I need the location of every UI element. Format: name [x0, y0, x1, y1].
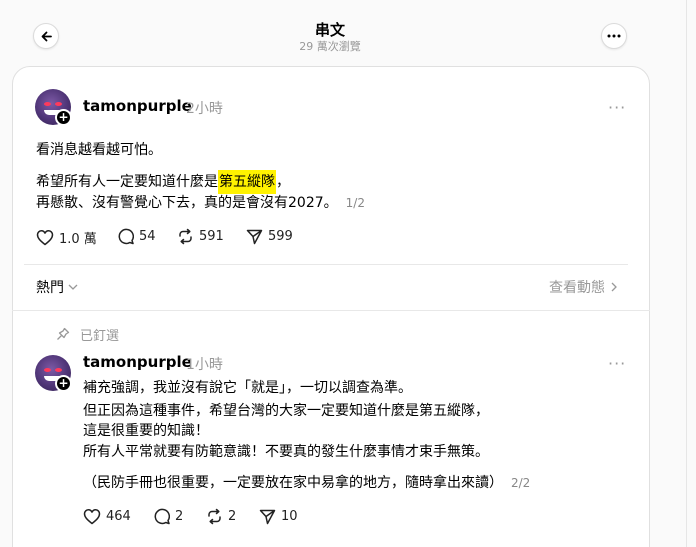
reply-text-line: 所有人平常就要有防範意識！不要真的發生什麼事情才束手無策。 — [83, 444, 489, 460]
share-count: 599 — [268, 229, 293, 244]
reply-text-line: 補充強調，我並沒有說它「就是」，一切以調查為準。 — [83, 380, 412, 396]
page-title: 串文 — [314, 21, 345, 39]
heart-icon — [83, 509, 101, 525]
like-count: 464 — [106, 509, 131, 524]
page-indicator: 1/2 — [345, 196, 365, 210]
comment-count: 2 — [175, 509, 184, 524]
view-count: 29 萬次瀏覽 — [299, 40, 361, 53]
post-text-line: 希望所有人一定要知道什麼是第五縱隊， — [36, 170, 290, 194]
reply-text-line: （民防手冊也很重要，一定要放在家中易拿的地方，隨時拿出來讀） 2/2 — [83, 472, 530, 492]
share-icon — [259, 509, 276, 525]
like-button[interactable]: 1.0 萬 — [36, 228, 97, 247]
avatar-eye — [55, 102, 62, 106]
repost-button[interactable]: 2 — [206, 508, 236, 525]
like-button[interactable]: 464 — [83, 508, 131, 525]
repost-button[interactable]: 591 — [177, 228, 224, 245]
divider — [24, 264, 628, 265]
avatar[interactable]: + — [35, 355, 72, 392]
reply-text-line: 這是很重要的知識！ — [83, 423, 209, 439]
comment-icon — [118, 228, 134, 245]
activity-label: 查看動態 — [549, 280, 605, 296]
comment-icon — [154, 508, 170, 525]
follow-plus-icon[interactable]: + — [55, 375, 72, 392]
repost-icon — [208, 508, 221, 525]
avatar-eye — [44, 368, 51, 372]
chevron-right-icon — [611, 282, 617, 292]
reply-time[interactable]: 1小時 — [186, 354, 223, 374]
comment-button[interactable]: 2 — [153, 508, 183, 525]
comment-button[interactable]: 54 — [117, 228, 156, 245]
more-icon — [607, 34, 621, 38]
like-count: 1.0 萬 — [59, 232, 97, 247]
post-time[interactable]: 2小時 — [186, 98, 223, 118]
follow-plus-icon[interactable]: + — [55, 109, 72, 126]
share-button[interactable]: 10 — [259, 508, 298, 525]
share-button[interactable]: 599 — [246, 228, 293, 245]
top-bar: 串文 29 萬次瀏覽 — [0, 0, 696, 60]
column-border — [686, 0, 687, 547]
pinned-indicator: 已釘選 — [56, 325, 119, 344]
comment-count: 54 — [139, 229, 156, 244]
repost-count: 591 — [199, 229, 224, 244]
repost-icon — [179, 228, 192, 245]
heart-icon — [36, 230, 54, 246]
reply-text: （民防手冊也很重要，一定要放在家中易拿的地方，隨時拿出來讀） — [83, 475, 503, 491]
post-text-line: 看消息越看越可怕。 — [36, 142, 162, 158]
pin-icon — [57, 327, 70, 340]
pinned-label: 已釘選 — [80, 329, 120, 344]
avatar-eye — [55, 368, 62, 372]
post-username[interactable]: tamonpurple — [83, 97, 192, 115]
chevron-down-icon — [68, 284, 78, 290]
post-text: 再懸散、沒有警覺心下去，真的是會沒有2027。 — [36, 195, 338, 211]
avatar-eye — [44, 102, 51, 106]
reply-more-icon[interactable]: ··· — [608, 354, 626, 373]
reply-text-line: 但正因為這種事件，希望台灣的大家一定要知道什麼是第五縱隊， — [83, 403, 489, 419]
post-text: 希望所有人一定要知道什麼是 — [36, 174, 218, 190]
sort-label: 熱門 — [36, 280, 64, 296]
post-text: ， — [276, 174, 290, 190]
divider — [12, 310, 650, 311]
sort-dropdown[interactable]: 熱門 — [36, 277, 78, 297]
view-activity-link[interactable]: 查看動態 — [549, 277, 617, 297]
reply-username[interactable]: tamonpurple — [83, 353, 192, 371]
repost-count: 2 — [228, 509, 237, 524]
thread-more-button[interactable] — [601, 23, 627, 49]
post-text-line: 再懸散、沒有警覺心下去，真的是會沒有2027。 1/2 — [36, 192, 365, 212]
share-icon — [246, 229, 263, 245]
highlighted-term: 第五縱隊 — [218, 170, 276, 194]
post-more-icon[interactable]: ··· — [608, 98, 626, 117]
avatar[interactable]: + — [35, 89, 72, 126]
share-count: 10 — [281, 509, 298, 524]
page-indicator: 2/2 — [511, 476, 531, 490]
